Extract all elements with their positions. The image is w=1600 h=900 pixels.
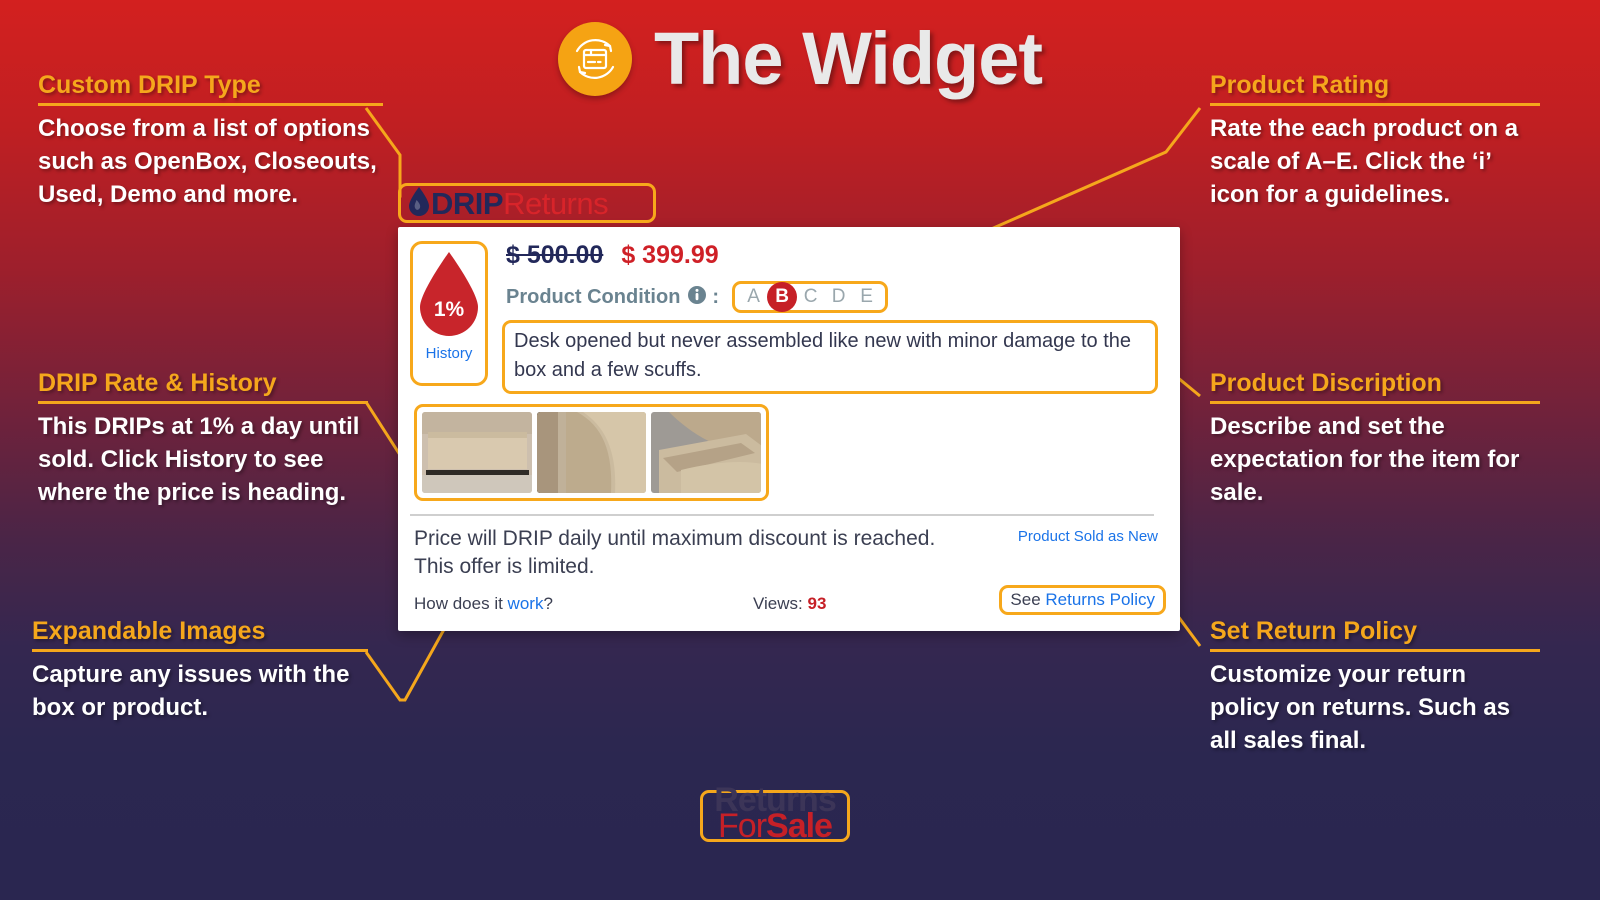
returns-prefix: See xyxy=(1010,590,1046,610)
annotation-title: Custom DRIP Type xyxy=(38,71,261,99)
poster-stage: The Widget DRIP Returns 1% History $ 500… xyxy=(0,0,1600,900)
returns-for-sale-logo: Returns ForSale xyxy=(700,781,850,845)
widget-meta-row: How does it work? Views: 93 See Returns … xyxy=(410,585,1166,621)
drip-note-text: Price will DRIP daily until maximum disc… xyxy=(414,525,935,580)
product-description-text: Desk opened but never assembled like new… xyxy=(514,330,1132,381)
drip-drop-badge: 1% xyxy=(418,250,480,338)
footer-sale-text: Sale xyxy=(766,807,833,845)
grade-option-a[interactable]: A xyxy=(745,286,762,308)
annotation-title: Product Rating xyxy=(1210,71,1390,99)
annotation-title: Set Return Policy xyxy=(1210,617,1417,645)
current-price: $ 399.99 xyxy=(621,241,719,269)
product-condition-label: Product Condition xyxy=(506,285,681,308)
grade-option-e[interactable]: E xyxy=(858,286,875,308)
annotation-title: DRIP Rate & History xyxy=(38,369,277,397)
card-divider xyxy=(410,514,1154,516)
drip-returns-brand-logo: DRIP Returns xyxy=(398,183,656,223)
annotation-body: This DRIPs at 1% a day until sold. Click… xyxy=(38,412,360,506)
views-count: 93 xyxy=(807,594,827,614)
original-price: $ 500.00 xyxy=(506,241,604,269)
annotation-body: Choose from a list of options such as Op… xyxy=(38,114,377,208)
app-logo-icon xyxy=(557,22,632,96)
drip-widget: DRIP Returns 1% History $ 500.00 $ 399.9… xyxy=(398,183,1180,632)
brand-returns-text: Returns xyxy=(503,185,609,221)
how-does-it-work: How does it work? xyxy=(414,594,553,614)
brand-drip-text: DRIP xyxy=(431,185,504,221)
see-returns-policy-button[interactable]: See Returns Policy xyxy=(999,585,1166,616)
footer-for-text: For xyxy=(718,807,767,845)
annotation-body: Capture any issues with the box or produ… xyxy=(32,660,350,721)
annotation-underline xyxy=(38,400,368,404)
how-prefix: How does it xyxy=(414,594,508,614)
drop-icon xyxy=(408,186,430,221)
views-label: Views: xyxy=(753,594,808,614)
page-title: The Widget xyxy=(653,17,1043,100)
annotation-expandable-images: Expandable Images Capture any issues wit… xyxy=(32,617,368,724)
condition-colon: : xyxy=(712,285,720,308)
drip-note-row: Price will DRIP daily until maximum disc… xyxy=(410,525,1158,580)
product-image-gallery[interactable] xyxy=(414,404,769,501)
annotation-product-description: Product Discription Describe and set the… xyxy=(1210,369,1540,509)
sold-as-new-link[interactable]: Product Sold as New xyxy=(1018,525,1158,545)
drip-rate-panel[interactable]: 1% History xyxy=(410,241,488,386)
views-counter: Views: 93 xyxy=(753,594,826,614)
annotation-body: Customize your return policy on returns.… xyxy=(1210,660,1511,754)
product-thumbnail[interactable] xyxy=(422,412,532,493)
product-thumbnail[interactable] xyxy=(536,412,647,493)
price-row: $ 500.00 $ 399.99 xyxy=(502,241,1158,270)
annotation-underline xyxy=(1210,400,1540,404)
returns-policy-link[interactable]: Returns Policy xyxy=(1045,590,1155,609)
annotation-body: Rate the each product on a scale of A–E.… xyxy=(1210,114,1519,208)
how-suffix: ? xyxy=(543,594,553,614)
grade-option-b-selected[interactable]: B xyxy=(767,282,798,312)
drip-percent-label: 1% xyxy=(433,298,465,321)
product-condition-row: Product Condition : A B C D E xyxy=(502,281,1158,313)
annotation-custom-drip-type: Custom DRIP Type Choose from a list of o… xyxy=(38,71,383,211)
annotation-drip-rate-history: DRIP Rate & History This DRIPs at 1% a d… xyxy=(38,369,368,509)
footer-forsale-text: ForSale xyxy=(718,807,833,846)
annotation-underline xyxy=(32,648,368,652)
condition-grade-selector[interactable]: A B C D E xyxy=(732,281,889,313)
annotation-title: Product Discription xyxy=(1210,369,1442,397)
annotation-underline xyxy=(1210,102,1540,106)
annotation-product-rating: Product Rating Rate the each product on … xyxy=(1210,71,1540,211)
widget-card: 1% History $ 500.00 $ 399.99 Product Con… xyxy=(398,227,1180,632)
annotation-body: Describe and set the expectation for the… xyxy=(1210,412,1520,506)
annotation-underline xyxy=(38,102,383,106)
annotation-set-return-policy: Set Return Policy Customize your return … xyxy=(1210,617,1540,757)
annotation-title: Expandable Images xyxy=(32,617,266,645)
work-link[interactable]: work xyxy=(508,594,544,613)
product-description-box[interactable]: Desk opened but never assembled like new… xyxy=(502,320,1158,394)
info-circle-icon[interactable] xyxy=(687,285,707,310)
grade-option-d[interactable]: D xyxy=(830,286,847,308)
history-link[interactable]: History xyxy=(426,345,473,362)
product-thumbnail[interactable] xyxy=(651,412,762,493)
grade-option-c[interactable]: C xyxy=(802,286,819,308)
drip-note-line2: This offer is limited. xyxy=(414,554,595,578)
annotation-underline xyxy=(1210,648,1540,652)
drip-note-line1: Price will DRIP daily until maximum disc… xyxy=(414,527,936,550)
